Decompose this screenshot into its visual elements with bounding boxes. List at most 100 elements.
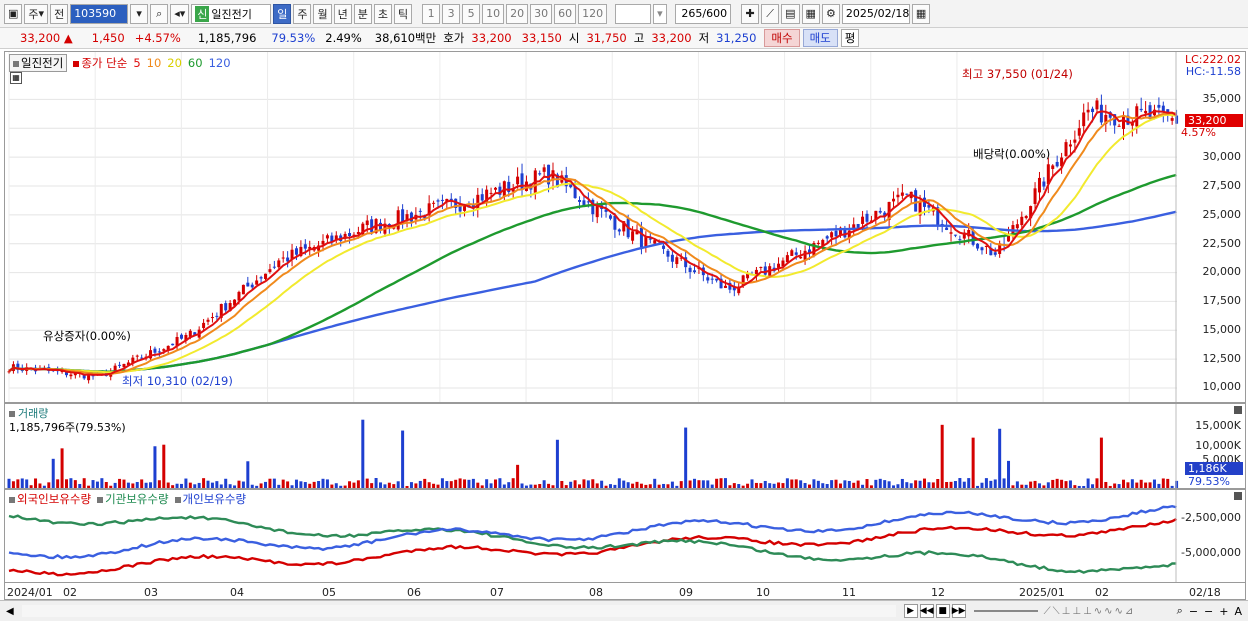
count-input[interactable]: 265/600 <box>675 3 732 24</box>
candle-body <box>1015 224 1019 229</box>
plus-icon[interactable]: + <box>1219 605 1228 618</box>
calendar-icon[interactable]: ▦ <box>911 3 931 24</box>
candle-body <box>896 194 900 198</box>
volume-bar <box>785 478 789 488</box>
search-icon[interactable]: ⌕ <box>150 3 169 24</box>
volume-bar <box>617 478 621 488</box>
stop-icon[interactable]: ■ <box>935 604 950 618</box>
legend-ma5: 5 <box>133 56 141 70</box>
volume-bar <box>799 480 803 488</box>
candle-body <box>493 187 497 190</box>
legend-stock[interactable]: 일진전기 <box>9 54 68 72</box>
stock-name-field[interactable]: 신 일진전기 <box>191 3 272 24</box>
draw-tools-icon[interactable]: ⟋⟍⊥⊥⊥∿∿∿⊿ <box>1044 606 1174 617</box>
candle-body <box>878 210 882 213</box>
volume-bar <box>502 484 506 488</box>
candle-body <box>617 229 621 232</box>
volume-bar <box>905 482 909 488</box>
table-icon[interactable]: ▦ <box>10 72 22 84</box>
volume-bar <box>1130 479 1134 488</box>
speaker-icon[interactable]: ◂▾ <box>170 3 190 24</box>
save-icon[interactable]: ▦ <box>801 3 820 24</box>
volume-bar <box>883 480 887 488</box>
code-input[interactable]: 103590 <box>70 3 129 24</box>
period-day[interactable]: 일 <box>273 3 292 24</box>
crosshair-icon[interactable]: ✚ <box>741 3 760 24</box>
x-label: 05 <box>322 586 336 599</box>
volume-bar <box>493 479 497 488</box>
sell-button[interactable]: 매도 <box>802 29 838 47</box>
volume-bar <box>1068 480 1072 488</box>
volume-bar <box>414 483 418 488</box>
flow-legend: 외국인보유수량 기관보유수량 개인보유수량 <box>9 491 246 507</box>
fast-forward-icon[interactable]: ▶▶ <box>951 604 966 618</box>
zoom-icon[interactable]: ⌕ <box>1177 604 1183 618</box>
volume-bar <box>215 481 219 488</box>
volume-bar <box>569 481 573 488</box>
volume-pct-tag: 79.53% <box>1188 475 1230 488</box>
price-change: 1,450 <box>91 31 125 45</box>
volume-bar <box>768 483 772 488</box>
volume-bar <box>281 479 285 488</box>
interval-5[interactable]: 5 <box>462 3 481 24</box>
volume-bar <box>113 482 117 488</box>
volume-bar <box>962 481 966 488</box>
interval-1[interactable]: 1 <box>422 3 441 24</box>
eval-button[interactable]: 평 <box>840 29 860 47</box>
volume-bar <box>750 479 754 488</box>
period-year[interactable]: 년 <box>333 3 352 24</box>
interval-60[interactable]: 60 <box>554 3 577 24</box>
candle-body <box>241 284 245 295</box>
gear-icon[interactable]: ⚙ <box>821 3 840 24</box>
mode-select[interactable]: 주 ▾ <box>24 3 49 24</box>
volume-bar <box>940 424 944 488</box>
interval-20[interactable]: 20 <box>506 3 529 24</box>
volume-bar <box>878 478 882 488</box>
volume-bar <box>697 480 701 488</box>
candle-body <box>976 243 980 249</box>
volume-bar <box>325 479 329 488</box>
period-minute[interactable]: 분 <box>353 3 372 24</box>
volume-bar <box>1139 479 1143 488</box>
buy-button[interactable]: 매수 <box>764 29 800 47</box>
interval-120[interactable]: 120 <box>578 3 608 24</box>
candle-body <box>980 247 984 251</box>
zoom-slider[interactable] <box>973 610 1038 612</box>
minus-icon[interactable]: − <box>1204 605 1213 618</box>
interval-10[interactable]: 10 <box>482 3 505 24</box>
period-tick[interactable]: 틱 <box>393 3 413 24</box>
volume-bar <box>604 485 608 488</box>
volume-bar <box>60 448 64 488</box>
high-label: 고 <box>633 31 645 45</box>
period-second[interactable]: 초 <box>373 3 392 24</box>
line-tool-icon[interactable]: ⟋ <box>761 3 780 24</box>
volume-bar <box>931 482 935 488</box>
custom-interval-dropdown[interactable]: ▾ <box>653 3 668 24</box>
code-dropdown-icon[interactable]: ▾ <box>130 3 149 24</box>
rewind-icon[interactable]: ◀◀ <box>919 604 934 618</box>
collapse-icon[interactable] <box>1234 406 1242 414</box>
date-input[interactable]: 2025/02/18 <box>841 3 910 24</box>
scroll-left-icon[interactable]: ◀ <box>6 606 14 617</box>
interval-3[interactable]: 3 <box>442 3 461 24</box>
volume-bar <box>202 478 206 488</box>
period-week[interactable]: 주 <box>293 3 312 24</box>
collapse-icon[interactable] <box>1234 492 1242 500</box>
print-icon[interactable]: ▤ <box>781 3 800 24</box>
volume-bar <box>1042 485 1046 488</box>
zoom-out-icon[interactable]: − <box>1189 605 1198 618</box>
scrollbar-track[interactable] <box>21 605 896 617</box>
scroll-right-icon[interactable]: ▶ <box>903 604 918 618</box>
x-axis: 2024/01 02 03 04 05 06 07 08 09 10 11 12… <box>4 583 1246 600</box>
custom-interval-input[interactable] <box>615 3 652 24</box>
font-size-icon[interactable]: A <box>1234 605 1242 618</box>
candle-body <box>157 351 161 353</box>
period-month[interactable]: 월 <box>313 3 332 24</box>
stock-name: 일진전기 <box>211 7 252 21</box>
window-icon[interactable]: ▣ <box>4 3 23 24</box>
legend-stock-name: 일진전기 <box>21 56 64 70</box>
prev-select[interactable]: 전 <box>50 3 69 24</box>
candle-body <box>1091 108 1095 113</box>
volume-bar <box>374 478 378 488</box>
interval-30[interactable]: 30 <box>530 3 553 24</box>
